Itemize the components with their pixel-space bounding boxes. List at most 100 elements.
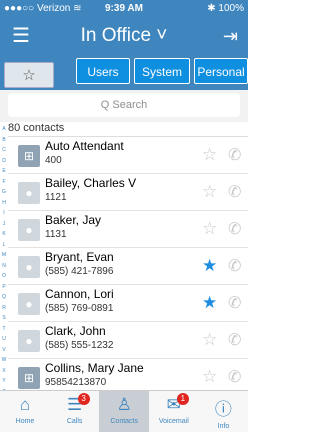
alphabet-letter[interactable]: V bbox=[0, 345, 8, 356]
contacts-icon: ♙ bbox=[116, 395, 132, 414]
contact-row[interactable]: ● Baker, Jay 1131 ☆ ✆ bbox=[8, 211, 248, 248]
tab-bar: ⌂ Home ☰ Calls 3 ♙ Contacts ✉ Voicemail 1 ⓘ Info bbox=[0, 390, 248, 432]
tab-label: Info bbox=[217, 423, 230, 430]
favorites-filter-button[interactable]: ☆ bbox=[4, 62, 54, 88]
favorite-star-icon[interactable]: ★ bbox=[202, 293, 217, 313]
status-bar: ●●●○○ Verizon ≋ 9:39 AM ✱ 100% bbox=[0, 0, 248, 18]
contact-name: Cannon, Lori bbox=[45, 287, 114, 301]
alphabet-letter[interactable]: B bbox=[0, 135, 8, 146]
alphabet-letter[interactable]: R bbox=[0, 303, 8, 314]
contact-number: (585) 555-1232 bbox=[45, 340, 114, 351]
alphabet-letter[interactable]: N bbox=[0, 261, 8, 272]
contact-number: 1131 bbox=[45, 229, 67, 240]
system-filter-button[interactable]: System bbox=[134, 58, 190, 84]
users-filter-button[interactable]: Users bbox=[76, 58, 130, 84]
star-outline-icon[interactable]: ☆ bbox=[202, 145, 217, 165]
phone-icon[interactable]: ✆ bbox=[228, 145, 241, 165]
alphabet-letter[interactable]: F bbox=[0, 177, 8, 188]
contact-number: 95854213870 bbox=[45, 377, 107, 388]
phone-icon[interactable]: ✆ bbox=[228, 293, 241, 313]
contact-row[interactable]: ● Clark, John (585) 555-1232 ☆ ✆ bbox=[8, 322, 248, 359]
contact-name: Collins, Mary Jane bbox=[45, 361, 144, 375]
search-bar: Q Search bbox=[0, 90, 248, 122]
alphabet-letter[interactable]: X bbox=[0, 366, 8, 377]
avatar: ● bbox=[18, 256, 40, 278]
phone-icon[interactable]: ✆ bbox=[228, 367, 241, 387]
phone-icon[interactable]: ✆ bbox=[228, 182, 241, 202]
alphabet-letter[interactable]: U bbox=[0, 334, 8, 345]
logout-icon[interactable]: ⇥ bbox=[223, 26, 238, 47]
home-icon: ⌂ bbox=[19, 395, 31, 414]
notification-badge: 1 bbox=[176, 393, 189, 405]
avatar: ● bbox=[18, 293, 40, 315]
star-outline-icon[interactable]: ☆ bbox=[202, 219, 217, 239]
search-input[interactable]: Q Search bbox=[8, 93, 240, 117]
avatar: ● bbox=[18, 330, 40, 352]
alphabet-letter[interactable]: C bbox=[0, 145, 8, 156]
calls-icon: ☰ bbox=[66, 395, 83, 414]
alphabet-letter[interactable]: H bbox=[0, 198, 8, 209]
person-icon: ● bbox=[25, 334, 33, 348]
contact-name: Bryant, Evan bbox=[45, 250, 114, 264]
alphabet-letter[interactable]: E bbox=[0, 166, 8, 177]
person-icon: ● bbox=[25, 297, 33, 311]
alphabet-letter[interactable]: Y bbox=[0, 376, 8, 387]
alphabet-letter[interactable]: M bbox=[0, 250, 8, 261]
tab-voicemail[interactable]: ✉ Voicemail 1 bbox=[149, 391, 199, 432]
contact-row[interactable]: ⊞ Auto Attendant 400 ☆ ✆ bbox=[8, 137, 248, 174]
extension-icon: ⊞ bbox=[23, 371, 35, 385]
alphabet-letter[interactable]: G bbox=[0, 187, 8, 198]
contact-row[interactable]: ⊞ Collins, Mary Jane 95854213870 ☆ ✆ bbox=[8, 359, 248, 390]
avatar: ● bbox=[18, 182, 40, 204]
tab-contacts[interactable]: ♙ Contacts bbox=[99, 391, 150, 432]
tab-label: Voicemail bbox=[158, 418, 189, 425]
personal-filter-button[interactable]: Personal bbox=[194, 58, 248, 84]
alphabet-letter[interactable]: K bbox=[0, 229, 8, 240]
extension-icon: ⊞ bbox=[23, 149, 35, 163]
contact-row[interactable]: ● Bailey, Charles V 1121 ☆ ✆ bbox=[8, 174, 248, 211]
alphabet-index[interactable]: ABCDEFGHIJKLMNOPQRSTUVWXYZ# bbox=[0, 124, 8, 405]
tab-calls[interactable]: ☰ Calls 3 bbox=[50, 391, 100, 432]
contact-number: (585) 769-0891 bbox=[45, 303, 114, 314]
tab-label: Home bbox=[15, 418, 35, 425]
info-icon: ⓘ bbox=[214, 400, 232, 419]
tab-home[interactable]: ⌂ Home bbox=[0, 391, 50, 432]
contact-number: (585) 421-7896 bbox=[45, 266, 114, 277]
star-outline-icon[interactable]: ☆ bbox=[202, 367, 217, 387]
alphabet-letter[interactable]: O bbox=[0, 271, 8, 282]
filter-bar: ☆ Users System Personal bbox=[0, 54, 248, 90]
tab-info[interactable]: ⓘ Info bbox=[198, 391, 248, 432]
phone-icon[interactable]: ✆ bbox=[228, 256, 241, 276]
voicemail-icon: ✉ bbox=[166, 395, 181, 414]
alphabet-letter[interactable]: A bbox=[0, 124, 8, 135]
star-outline-icon[interactable]: ☆ bbox=[202, 182, 217, 202]
favorite-star-icon[interactable]: ★ bbox=[202, 256, 217, 276]
header: ☰ In Office ˅ ⇥ bbox=[0, 18, 248, 54]
alphabet-letter[interactable]: J bbox=[0, 219, 8, 230]
alphabet-letter[interactable]: P bbox=[0, 282, 8, 293]
person-icon: ● bbox=[25, 260, 33, 274]
tab-label: Contacts bbox=[110, 418, 138, 425]
alphabet-letter[interactable]: L bbox=[0, 240, 8, 251]
contact-list: ⊞ Auto Attendant 400 ☆ ✆ ● Bailey, Charles V 11… bbox=[8, 137, 248, 390]
contact-row[interactable]: ● Bryant, Evan (585) 421-7896 ★ ✆ bbox=[8, 248, 248, 285]
battery-indicator: ✱ 100% bbox=[207, 3, 244, 14]
page-title[interactable]: In Office ˅ bbox=[0, 25, 248, 47]
avatar: ● bbox=[18, 219, 40, 241]
notification-badge: 3 bbox=[77, 393, 90, 405]
alphabet-letter[interactable]: T bbox=[0, 324, 8, 335]
system-contact-icon: ⊞ bbox=[18, 367, 40, 389]
contact-name: Auto Attendant bbox=[45, 139, 124, 153]
phone-icon[interactable]: ✆ bbox=[228, 219, 241, 239]
contact-count: 80 contacts bbox=[8, 122, 248, 137]
contact-number: 1121 bbox=[45, 192, 67, 203]
alphabet-letter[interactable]: Q bbox=[0, 292, 8, 303]
alphabet-letter[interactable]: S bbox=[0, 313, 8, 324]
alphabet-letter[interactable]: W bbox=[0, 355, 8, 366]
alphabet-letter[interactable]: I bbox=[0, 208, 8, 219]
alphabet-letter[interactable]: D bbox=[0, 156, 8, 167]
person-icon: ● bbox=[25, 223, 33, 237]
contact-row[interactable]: ● Cannon, Lori (585) 769-0891 ★ ✆ bbox=[8, 285, 248, 322]
star-outline-icon[interactable]: ☆ bbox=[202, 330, 217, 350]
phone-icon[interactable]: ✆ bbox=[228, 330, 241, 350]
